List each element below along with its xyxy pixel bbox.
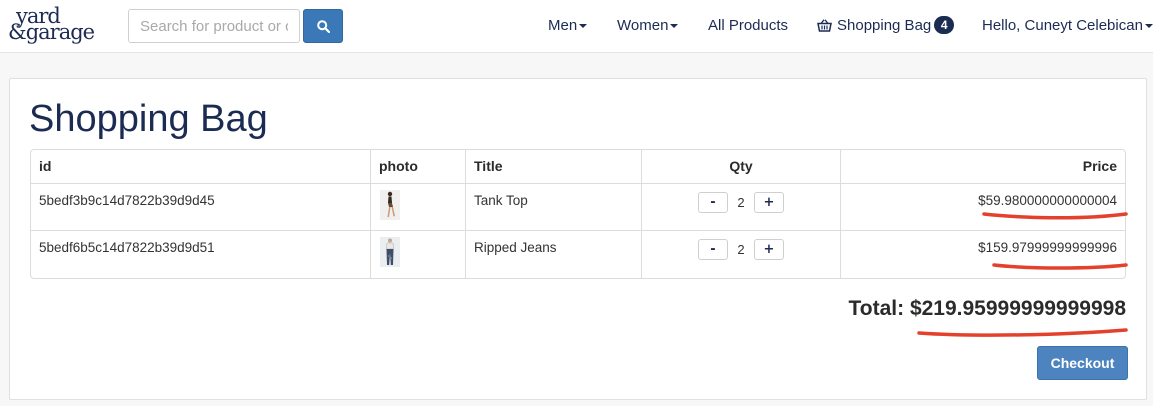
order-total: Total: $219.95999999999998 [848,297,1126,321]
column-header-price: Price [841,150,1125,184]
nav-men-dropdown[interactable]: Men [548,17,588,34]
cell-title: Tank Top [466,184,642,231]
nav-men-label: Men [548,17,578,34]
column-header-photo: photo [371,150,466,184]
increase-qty-button[interactable]: + [754,239,784,260]
brand-logo-line2: &garage [8,20,95,44]
user-menu-dropdown[interactable]: Hello, Cuneyt Celebican [982,17,1153,34]
nav-all-products[interactable]: All Products [708,17,788,34]
search-icon [317,20,330,33]
user-greeting: Hello, Cuneyt Celebican [982,17,1143,34]
navbar: yard &garage Men Women All Products Shop… [0,0,1153,53]
page-title: Shopping Bag [29,98,268,140]
decrease-qty-button[interactable]: - [698,192,728,213]
increase-qty-button[interactable]: + [754,192,784,213]
chevron-down-icon [1144,24,1153,28]
table-row: 5bedf6b5c14d7822b39d9d51 Ripped Jeans - [31,231,1125,278]
brand-logo[interactable]: yard &garage [8,6,98,46]
cell-photo [371,231,466,278]
total-label: Total: [848,297,905,320]
chevron-down-icon [670,24,679,28]
nav-women-label: Women [617,17,669,34]
cell-qty: - 2 + [642,231,841,278]
ripped-jeans-photo[interactable] [380,237,400,267]
search-button[interactable] [303,9,343,43]
cell-product-id: 5bedf3b9c14d7822b39d9d45 [31,184,371,231]
nav-women-dropdown[interactable]: Women [617,17,679,34]
bag-count-badge: 4 [934,16,955,34]
cell-title: Ripped Jeans [466,231,642,278]
cell-photo [371,184,466,231]
cart-table: id photo Title Qty Price 5bedf3b9c14d782… [30,149,1126,279]
annotation-underline [982,212,1128,220]
shopping-bag-panel: Shopping Bag id photo Title Qty Price 5b… [9,78,1147,400]
checkout-button[interactable]: Checkout [1037,346,1128,380]
cell-qty: - 2 + [642,184,841,231]
chevron-down-icon [579,24,588,28]
annotation-underline [917,328,1128,337]
cell-product-id: 5bedf6b5c14d7822b39d9d51 [31,231,371,278]
qty-value: 2 [737,195,745,210]
search-input[interactable] [128,9,300,43]
decrease-qty-button[interactable]: - [698,239,728,260]
nav-shopping-bag-label: Shopping Bag [837,17,932,34]
nav-shopping-bag[interactable]: Shopping Bag 4 [817,16,955,34]
table-row: 5bedf3b9c14d7822b39d9d45 Tank Top - 2 + … [31,184,1125,231]
tank-top-photo[interactable] [380,190,400,220]
nav-all-products-label: All Products [708,17,789,34]
column-header-qty: Qty [642,150,841,184]
column-header-title: Title [466,150,642,184]
shopping-basket-icon [817,19,832,32]
qty-value: 2 [737,242,745,257]
column-header-id: id [31,150,371,184]
total-value: $219.95999999999998 [909,297,1126,320]
annotation-underline [992,263,1128,270]
table-header-row: id photo Title Qty Price [31,150,1125,184]
